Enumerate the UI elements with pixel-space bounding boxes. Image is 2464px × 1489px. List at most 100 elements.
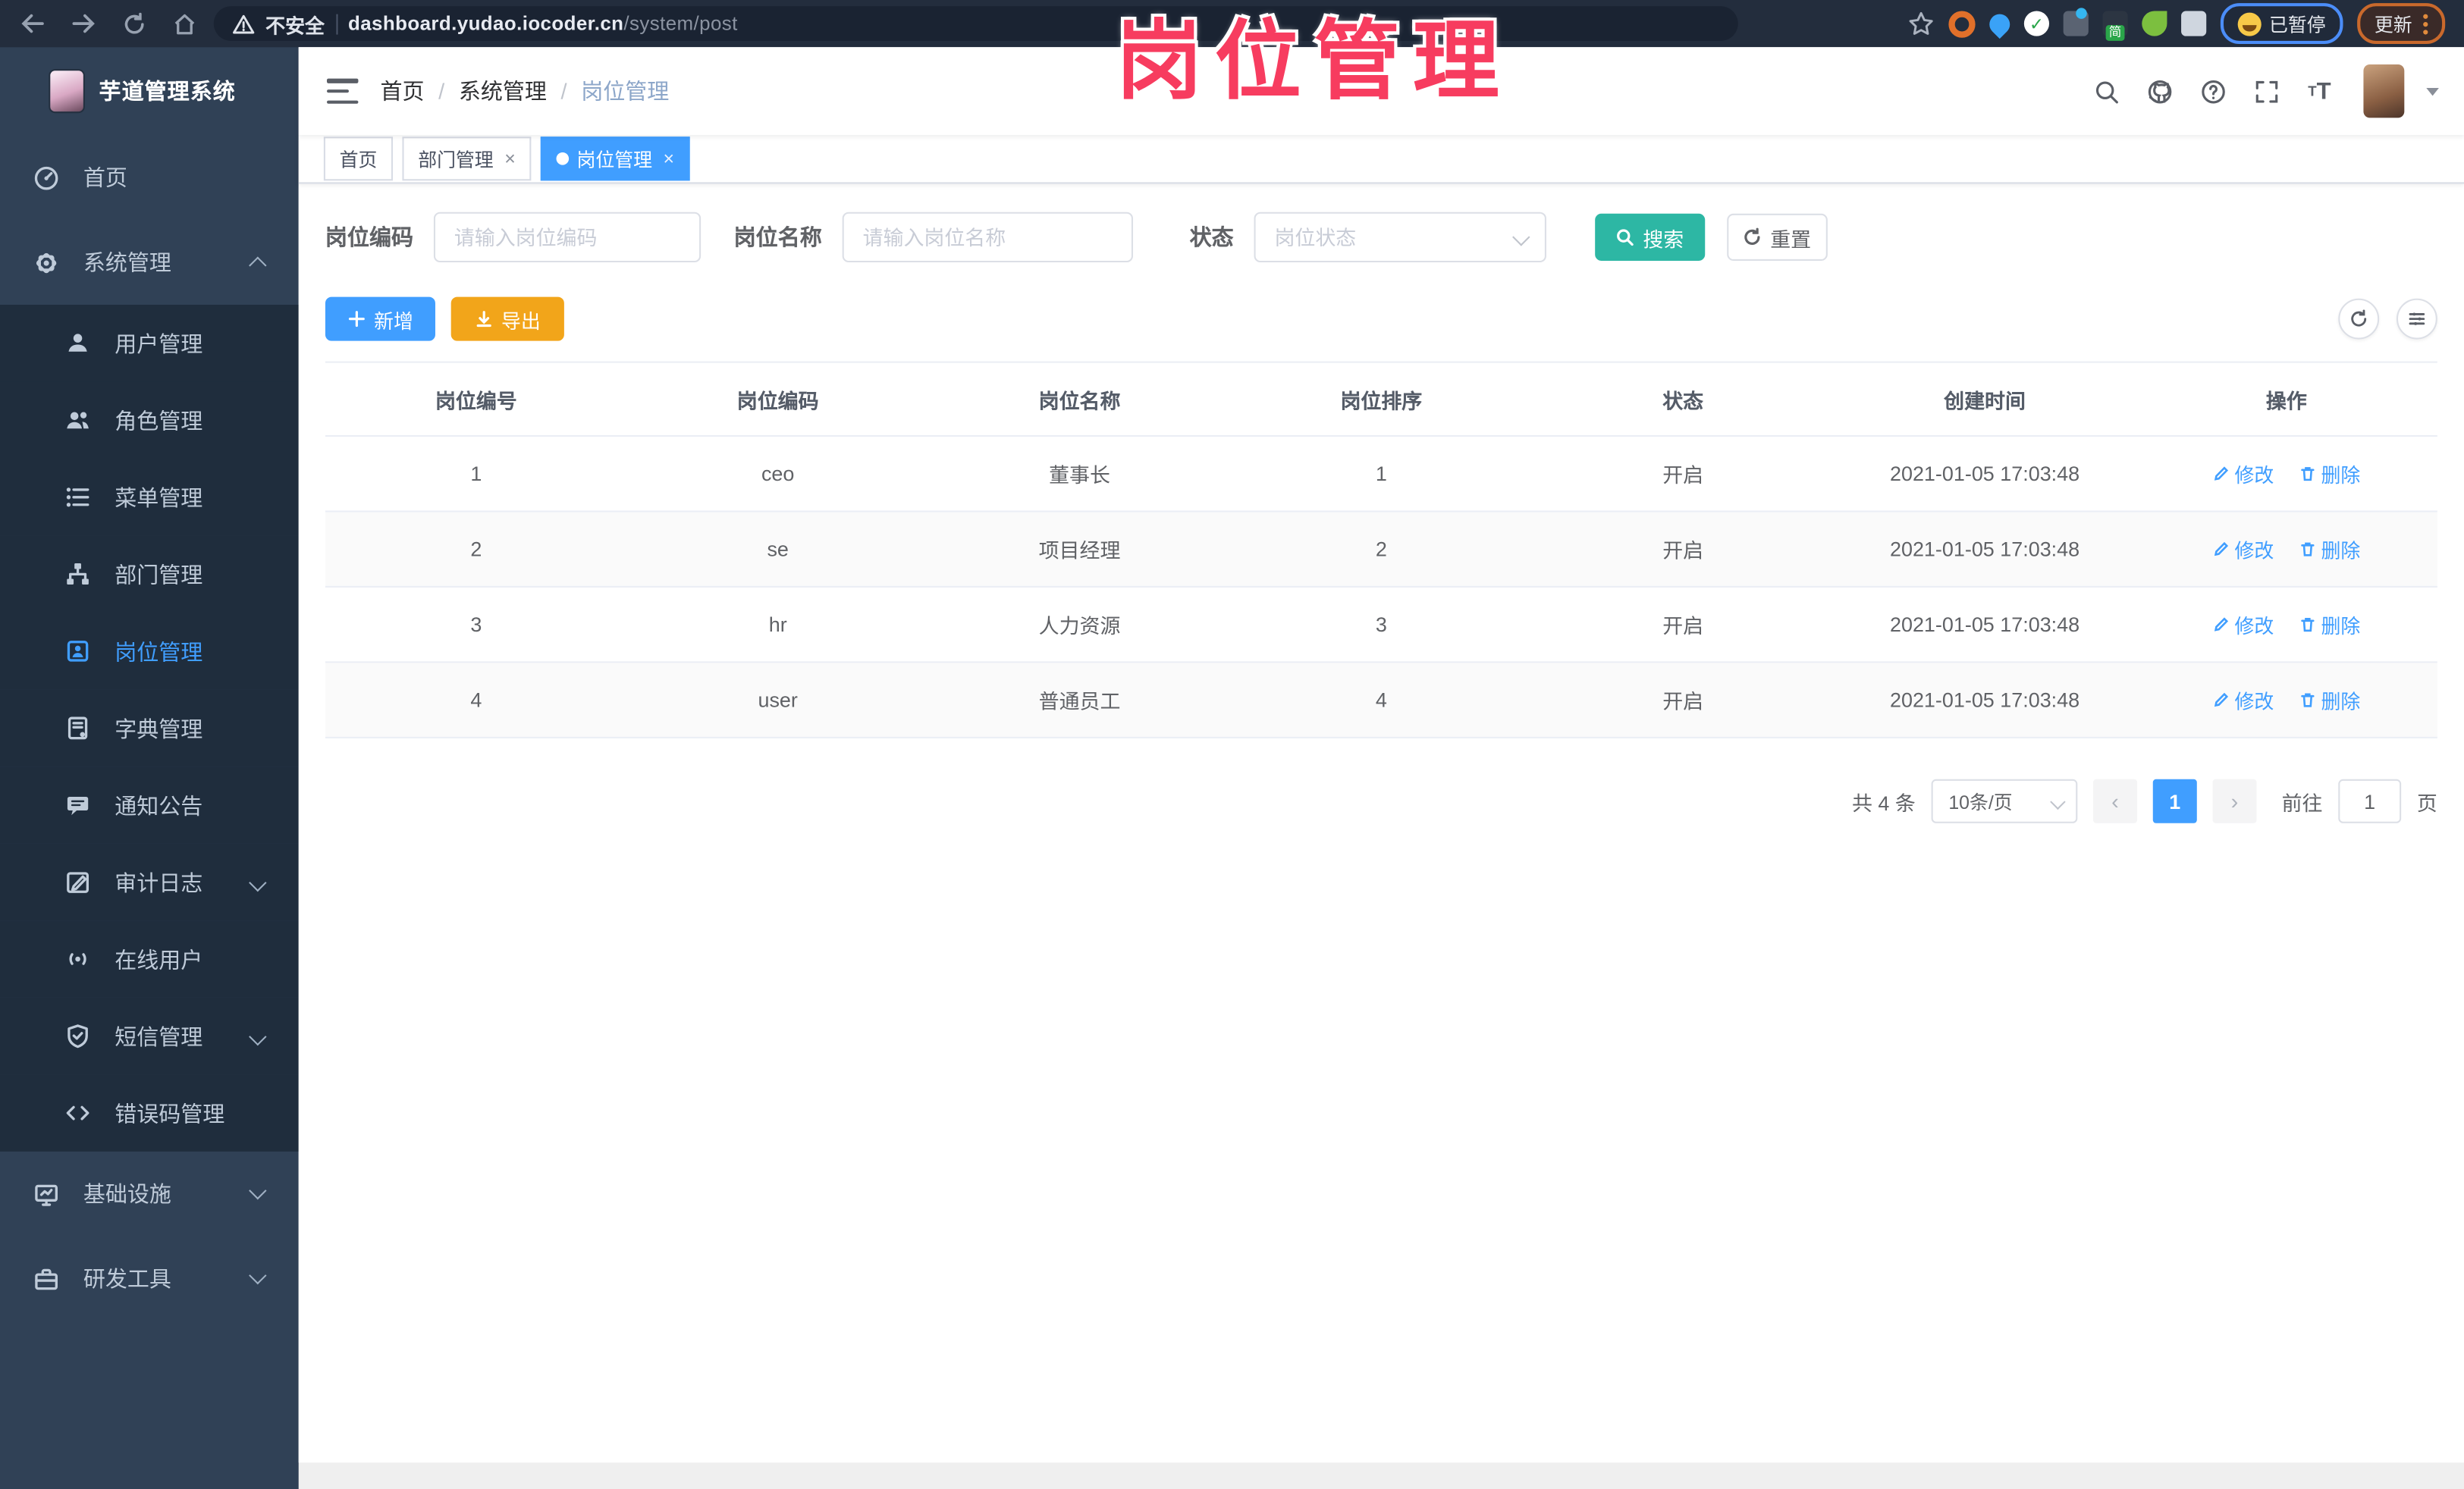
- tab-dept[interactable]: 部门管理 ×: [402, 136, 532, 181]
- delete-link[interactable]: 删除: [2299, 610, 2360, 639]
- fullscreen-icon[interactable]: [2247, 72, 2285, 110]
- current-page-button[interactable]: 1: [2152, 779, 2197, 823]
- page-size-select[interactable]: 10条/页: [1931, 779, 2078, 823]
- reset-button[interactable]: 重置: [1727, 213, 1828, 261]
- extension-translate-icon[interactable]: 简: [2102, 11, 2128, 41]
- table-row: 3 hr 人力资源 3 开启 2021-01-05 17:03:48 修改 删除: [325, 588, 2437, 663]
- next-page-button[interactable]: ›: [2212, 779, 2257, 823]
- status-text: 开启: [1662, 538, 1704, 563]
- refresh-icon: [2351, 309, 2367, 327]
- app-frame: 芋道管理系统 首页 系统管理 用户管理 角色管理 菜单管理 部门管理 岗位管理 …: [0, 47, 2464, 1489]
- collapse-sidebar-icon[interactable]: [326, 78, 359, 104]
- update-button[interactable]: 更新: [2357, 3, 2446, 45]
- address-bar[interactable]: 不安全 dashboard.yudao.iocoder.cn/system/po…: [213, 6, 1738, 41]
- sidebar-item-infra[interactable]: 基础设施: [0, 1152, 299, 1237]
- sidebar-item-posts[interactable]: 岗位管理: [0, 613, 299, 690]
- chevron-down-icon: [249, 1266, 267, 1285]
- post-code-input[interactable]: [433, 212, 702, 263]
- sidebar-item-system[interactable]: 系统管理: [0, 220, 299, 305]
- status-text: 开启: [1662, 689, 1704, 713]
- avatar[interactable]: [2363, 64, 2405, 118]
- sidebar-item-audit-log[interactable]: 审计日志: [0, 843, 299, 921]
- edit-link[interactable]: 修改: [2212, 610, 2274, 639]
- github-icon[interactable]: [2140, 72, 2178, 110]
- edit-link[interactable]: 修改: [2212, 459, 2274, 488]
- search-form: 岗位编码 岗位名称 状态: [325, 212, 2437, 263]
- browser-menu-icon[interactable]: [2423, 13, 2428, 34]
- delete-link[interactable]: 删除: [2299, 534, 2360, 564]
- sidebar-item-notice[interactable]: 通知公告: [0, 766, 299, 844]
- extension-puzzle-icon[interactable]: [2181, 11, 2207, 36]
- emoji-icon: [2237, 11, 2262, 36]
- extension-pin-icon[interactable]: [1985, 9, 2014, 39]
- home-icon[interactable]: [163, 6, 204, 41]
- status-select[interactable]: [1254, 212, 1546, 263]
- delete-link[interactable]: 删除: [2299, 459, 2360, 488]
- sidebar-item-menus[interactable]: 菜单管理: [0, 459, 299, 536]
- plus-icon: [348, 311, 365, 328]
- extension-sliders-icon[interactable]: [2063, 8, 2089, 36]
- column-settings-button[interactable]: [2396, 298, 2437, 340]
- bookmark-star-icon[interactable]: [1907, 10, 1934, 36]
- tags-view-bar: 首页 部门管理 × 岗位管理 ×: [298, 135, 2464, 184]
- post-name-input[interactable]: [842, 212, 1133, 263]
- browser-toolbar: 不安全 dashboard.yudao.iocoder.cn/system/po…: [0, 0, 2464, 48]
- refresh-table-button[interactable]: [2338, 298, 2380, 340]
- logo-row[interactable]: 芋道管理系统: [0, 47, 299, 135]
- sidebar-item-roles[interactable]: 角色管理: [0, 381, 299, 459]
- status-text: 开启: [1662, 614, 1704, 638]
- pencil-icon: [2214, 692, 2229, 707]
- avatar-caret-icon[interactable]: [2426, 87, 2439, 102]
- forward-icon[interactable]: [63, 6, 104, 41]
- url-text[interactable]: dashboard.yudao.iocoder.cn/system/post: [348, 13, 738, 35]
- font-size-icon[interactable]: TT: [2301, 72, 2339, 110]
- post-code-label: 岗位编码: [325, 224, 413, 250]
- edit-link[interactable]: 修改: [2212, 685, 2274, 714]
- paused-label: 已暂停: [2269, 13, 2326, 36]
- delete-link[interactable]: 删除: [2299, 685, 2360, 714]
- browser-actions: ✓ 简 已暂停 更新: [1907, 3, 2451, 45]
- add-button[interactable]: 新增: [325, 296, 435, 341]
- breadcrumb: 首页 / 系统管理 / 岗位管理: [380, 75, 669, 106]
- edit-link[interactable]: 修改: [2212, 534, 2274, 564]
- tab-post[interactable]: 岗位管理 ×: [540, 136, 690, 181]
- search-button[interactable]: 搜索: [1595, 213, 1706, 261]
- active-tab-dot: [556, 152, 570, 165]
- toolbox-icon: [33, 1265, 60, 1292]
- breadcrumb-separator: /: [438, 78, 445, 104]
- search-icon[interactable]: [2087, 72, 2125, 110]
- breadcrumb-separator: /: [560, 78, 567, 104]
- chevron-down-icon: [249, 873, 267, 892]
- security-label[interactable]: 不安全: [265, 8, 325, 38]
- paused-extension-pill[interactable]: 已暂停: [2220, 3, 2343, 45]
- sidebar-item-sms[interactable]: 短信管理: [0, 997, 299, 1075]
- sidebar-item-home[interactable]: 首页: [0, 135, 299, 220]
- extension-leaf-icon[interactable]: [2142, 11, 2167, 36]
- export-button[interactable]: 导出: [450, 296, 564, 341]
- badge-icon: [64, 638, 91, 664]
- app-title: 芋道管理系统: [99, 78, 236, 104]
- prev-page-button[interactable]: ‹: [2092, 779, 2137, 823]
- reload-icon[interactable]: [113, 6, 154, 41]
- status-select-input[interactable]: [1254, 212, 1546, 263]
- back-icon[interactable]: [13, 6, 54, 41]
- sidebar-item-error-codes[interactable]: 错误码管理: [0, 1074, 299, 1152]
- tab-home[interactable]: 首页: [323, 136, 394, 181]
- main-area: 首页 / 系统管理 / 岗位管理 TT 首页 部门管理 × 岗位管理 × 岗位编…: [298, 47, 2464, 1489]
- breadcrumb-home[interactable]: 首页: [380, 75, 424, 106]
- extension-orange-icon[interactable]: [1948, 10, 1976, 37]
- table-row: 1 ceo 董事长 1 开启 2021-01-05 17:03:48 修改 删除: [325, 437, 2437, 513]
- dashboard-icon: [33, 165, 60, 191]
- sidebar-item-depts[interactable]: 部门管理: [0, 535, 299, 613]
- breadcrumb-system[interactable]: 系统管理: [459, 75, 547, 106]
- sidebar-item-online-users[interactable]: 在线用户: [0, 920, 299, 998]
- app-header: 首页 / 系统管理 / 岗位管理 TT: [298, 47, 2464, 136]
- sidebar-item-users[interactable]: 用户管理: [0, 304, 299, 382]
- extension-check-icon[interactable]: ✓: [2023, 11, 2049, 36]
- sidebar-item-dev-tools[interactable]: 研发工具: [0, 1237, 299, 1321]
- help-icon[interactable]: [2194, 72, 2232, 110]
- goto-page-input[interactable]: [2338, 779, 2402, 823]
- close-icon[interactable]: ×: [504, 148, 516, 170]
- sidebar-item-dict[interactable]: 字典管理: [0, 689, 299, 767]
- close-icon[interactable]: ×: [664, 148, 675, 170]
